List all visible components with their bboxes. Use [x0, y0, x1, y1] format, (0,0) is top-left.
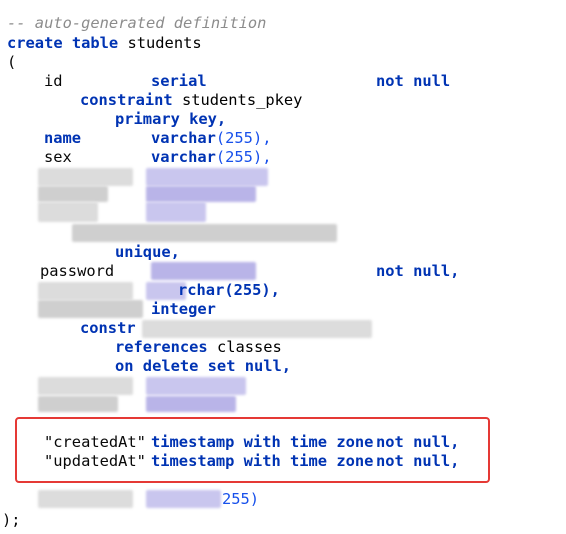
- on-delete-clause: on delete set null,: [115, 357, 292, 375]
- varchar-keyword: varchar: [151, 148, 216, 166]
- column-id-notnull: not null: [376, 72, 451, 90]
- column-password-name: password: [40, 262, 115, 280]
- blurred-region: [38, 300, 143, 318]
- constraint-keyword: constraint: [80, 91, 173, 109]
- blurred-region: [38, 202, 98, 222]
- create-table-keyword: create table: [7, 34, 119, 52]
- blurred-region: [38, 396, 118, 412]
- constraint-name: students_pkey: [181, 91, 303, 109]
- open-paren: (: [7, 53, 17, 71]
- blurred-region: [146, 202, 206, 222]
- blurred-region: [151, 262, 256, 280]
- varchar-size: (255),: [215, 129, 272, 147]
- varchar-size: (255),: [215, 148, 272, 166]
- blurred-region: [146, 186, 256, 202]
- fragment-255: 255): [222, 490, 260, 508]
- blurred-region: [38, 186, 108, 202]
- blurred-region: [72, 224, 337, 242]
- column-password-notnull: not null,: [376, 262, 460, 280]
- code-line-constraint: constraint students_pkey: [80, 91, 302, 110]
- constraint-keyword-2: constr: [80, 319, 136, 337]
- code-line-create: create table students: [7, 34, 202, 53]
- code-comment: -- auto-generated definition: [7, 14, 267, 32]
- close-paren: );: [2, 511, 21, 529]
- column-name-type: varchar(255),: [151, 129, 271, 148]
- blurred-region: [142, 320, 372, 338]
- integer-keyword: integer: [151, 300, 216, 318]
- references-keyword: references: [115, 338, 208, 356]
- unique-keyword: unique,: [115, 243, 180, 261]
- column-sex-name: sex: [44, 148, 72, 166]
- varchar-keyword: varchar: [151, 129, 216, 147]
- blurred-region: [146, 168, 268, 186]
- column-name-name: name: [44, 129, 82, 147]
- blurred-region: [38, 377, 133, 395]
- blurred-region: [38, 490, 133, 508]
- blurred-region: [146, 490, 221, 508]
- fragment-rchar: rchar(255),: [178, 281, 280, 300]
- column-sex-type: varchar(255),: [151, 148, 271, 167]
- highlight-annotation-box: [15, 417, 490, 483]
- primary-key-keyword: primary key,: [115, 110, 227, 128]
- references-table: classes: [216, 338, 282, 356]
- blurred-region: [38, 282, 133, 300]
- blurred-region: [146, 396, 236, 412]
- column-id-type: serial: [151, 72, 207, 90]
- sql-editor[interactable]: -- auto-generated definition create tabl…: [0, 0, 566, 534]
- blurred-region: [38, 168, 133, 186]
- table-name: students: [127, 34, 202, 52]
- column-id-name: id: [44, 72, 63, 90]
- rchar-fragment: rchar(255),: [178, 281, 280, 299]
- code-line-references: references classes: [115, 338, 282, 357]
- blurred-region: [146, 377, 246, 395]
